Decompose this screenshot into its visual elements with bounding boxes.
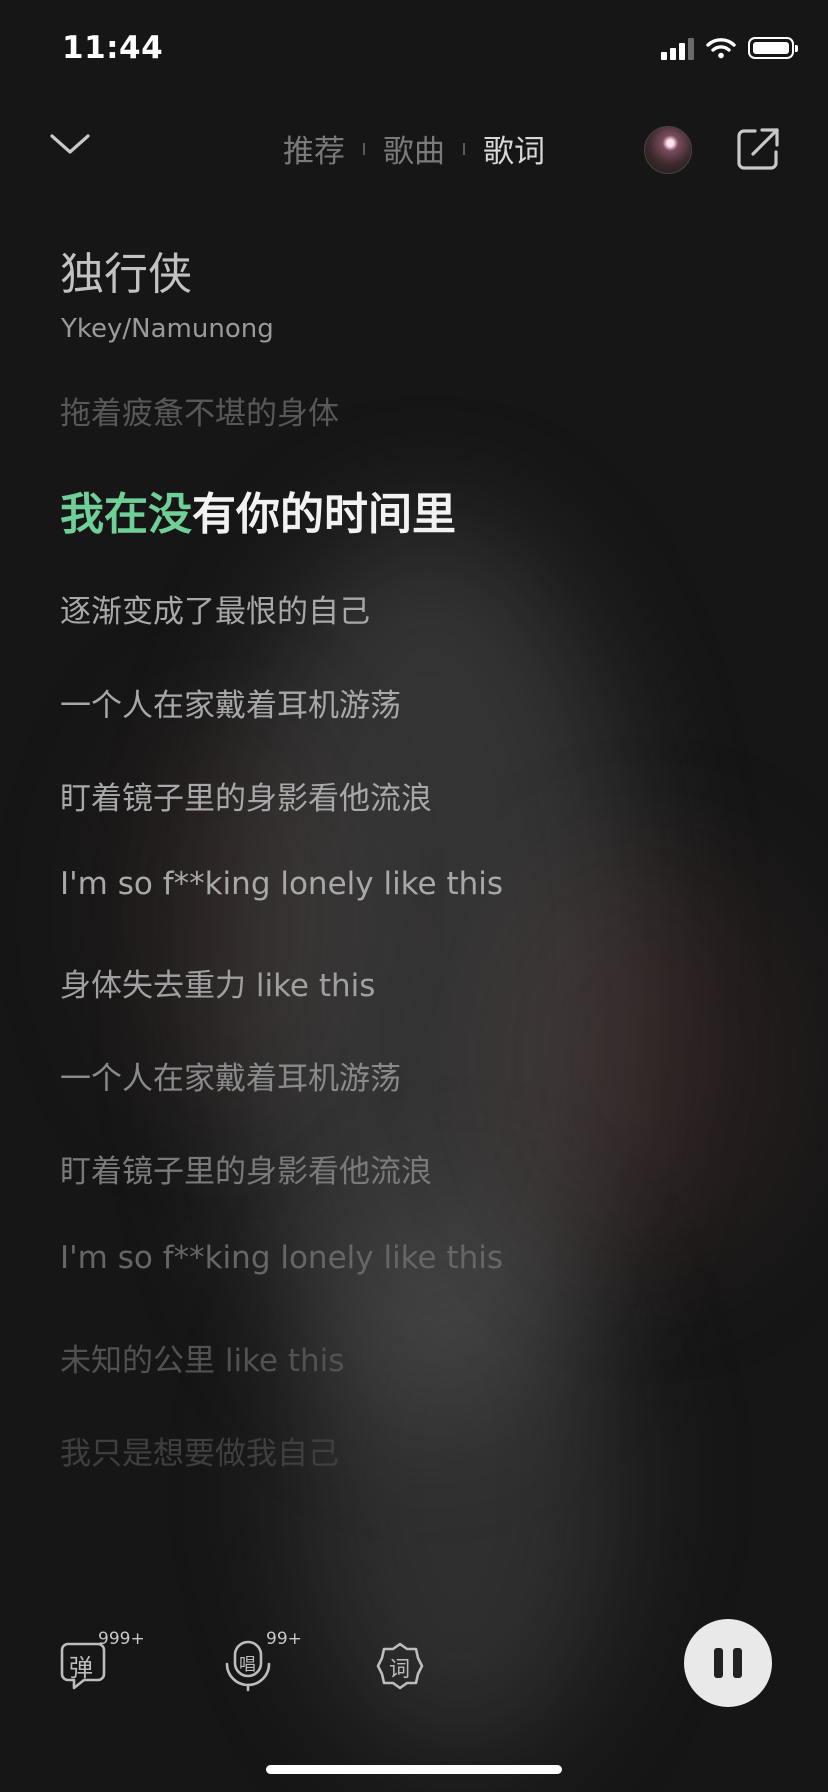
sing-button[interactable]: 唱 99+	[224, 1629, 302, 1692]
tab-separator	[363, 142, 365, 155]
lyric-line[interactable]: 盯着镜子里的身影看他流浪	[60, 773, 432, 818]
lyrics-badge-label: 词	[389, 1657, 410, 1681]
tab-lyrics[interactable]: 歌词	[483, 126, 545, 171]
lyric-line[interactable]: 逐渐变成了最恨的自己	[60, 586, 370, 631]
share-icon[interactable]	[735, 126, 781, 172]
pause-icon	[714, 1648, 723, 1678]
lyric-line[interactable]: 身体失去重力 like this	[60, 960, 375, 1005]
lyric-line[interactable]: 一个人在家戴着耳机游荡	[60, 1053, 401, 1098]
status-time: 11:44	[62, 30, 164, 66]
lyric-current-rest: 有你的时间里	[192, 489, 456, 540]
tab-bar: 推荐 歌曲 歌词	[0, 126, 828, 171]
lyric-line[interactable]: 我只是想要做我自己	[60, 1428, 339, 1473]
lyric-line[interactable]: 未知的公里 like this	[60, 1335, 344, 1380]
lyric-line[interactable]: I'm so f**king lonely like this	[60, 866, 503, 902]
lyric-line[interactable]: I'm so f**king lonely like this	[60, 1240, 503, 1276]
lyric-line[interactable]: 盯着镜子里的身影看他流浪	[60, 1146, 432, 1191]
lyric-line[interactable]: 拖着疲惫不堪的身体	[60, 388, 339, 433]
wifi-icon	[706, 38, 736, 59]
status-icons	[661, 36, 798, 60]
cellular-signal-icon	[661, 36, 694, 60]
home-indicator	[266, 1765, 562, 1774]
lyric-current-sung: 我在没	[60, 489, 192, 540]
song-title: 独行侠	[60, 249, 192, 300]
tab-song[interactable]: 歌曲	[383, 126, 445, 171]
battery-icon	[748, 37, 798, 59]
danmu-button[interactable]: 弹 999+	[60, 1629, 145, 1692]
danmu-icon-label: 弹	[69, 1654, 93, 1682]
lyrics-badge-button[interactable]: 词	[376, 1640, 424, 1692]
lyric-line-current[interactable]: 我在没有你的时间里	[60, 478, 456, 542]
song-artist: Ykey/Namunong	[61, 314, 274, 344]
sing-count: 99+	[266, 1629, 302, 1649]
tab-separator	[463, 142, 465, 155]
danmu-count: 999+	[98, 1629, 145, 1649]
sing-icon-label: 唱	[239, 1655, 256, 1675]
lyric-line[interactable]: 一个人在家戴着耳机游荡	[60, 680, 401, 725]
tab-recommend[interactable]: 推荐	[283, 126, 345, 171]
avatar[interactable]	[644, 126, 692, 174]
pause-button[interactable]	[684, 1619, 772, 1707]
